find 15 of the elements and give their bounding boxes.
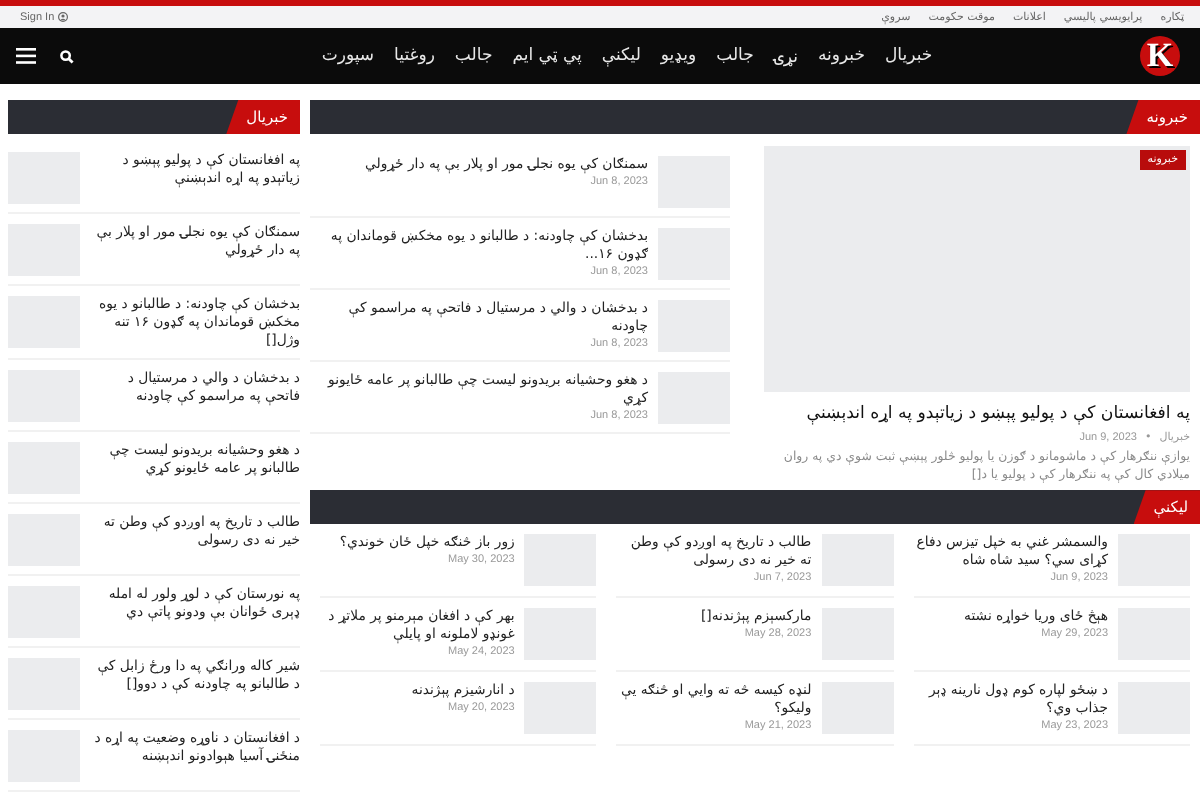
nav-item[interactable]: ویډیو [660,45,697,67]
user-icon [58,12,69,22]
nav-item[interactable]: لیکنې [601,45,641,67]
nav-item[interactable]: جالب [716,45,754,67]
nav-item[interactable]: روغتیا [394,45,435,67]
nav-item[interactable]: خبرونه [817,45,865,67]
nav-item[interactable]: خبریال [885,45,933,67]
nav-item[interactable]: جالب [454,45,493,67]
nav-item[interactable]: سپورت [321,45,375,67]
search-icon[interactable] [60,49,74,63]
article-title[interactable]: په افغانستان کې د پولیو پېښو د زیاتېدو په اړه اندېښنې [764,404,1190,427]
nav-item[interactable]: پي ټي ایم [512,45,582,67]
site-logo[interactable]: K [1140,36,1180,76]
menu-icon[interactable] [16,48,36,64]
nav-item[interactable]: نړۍ [773,45,798,67]
